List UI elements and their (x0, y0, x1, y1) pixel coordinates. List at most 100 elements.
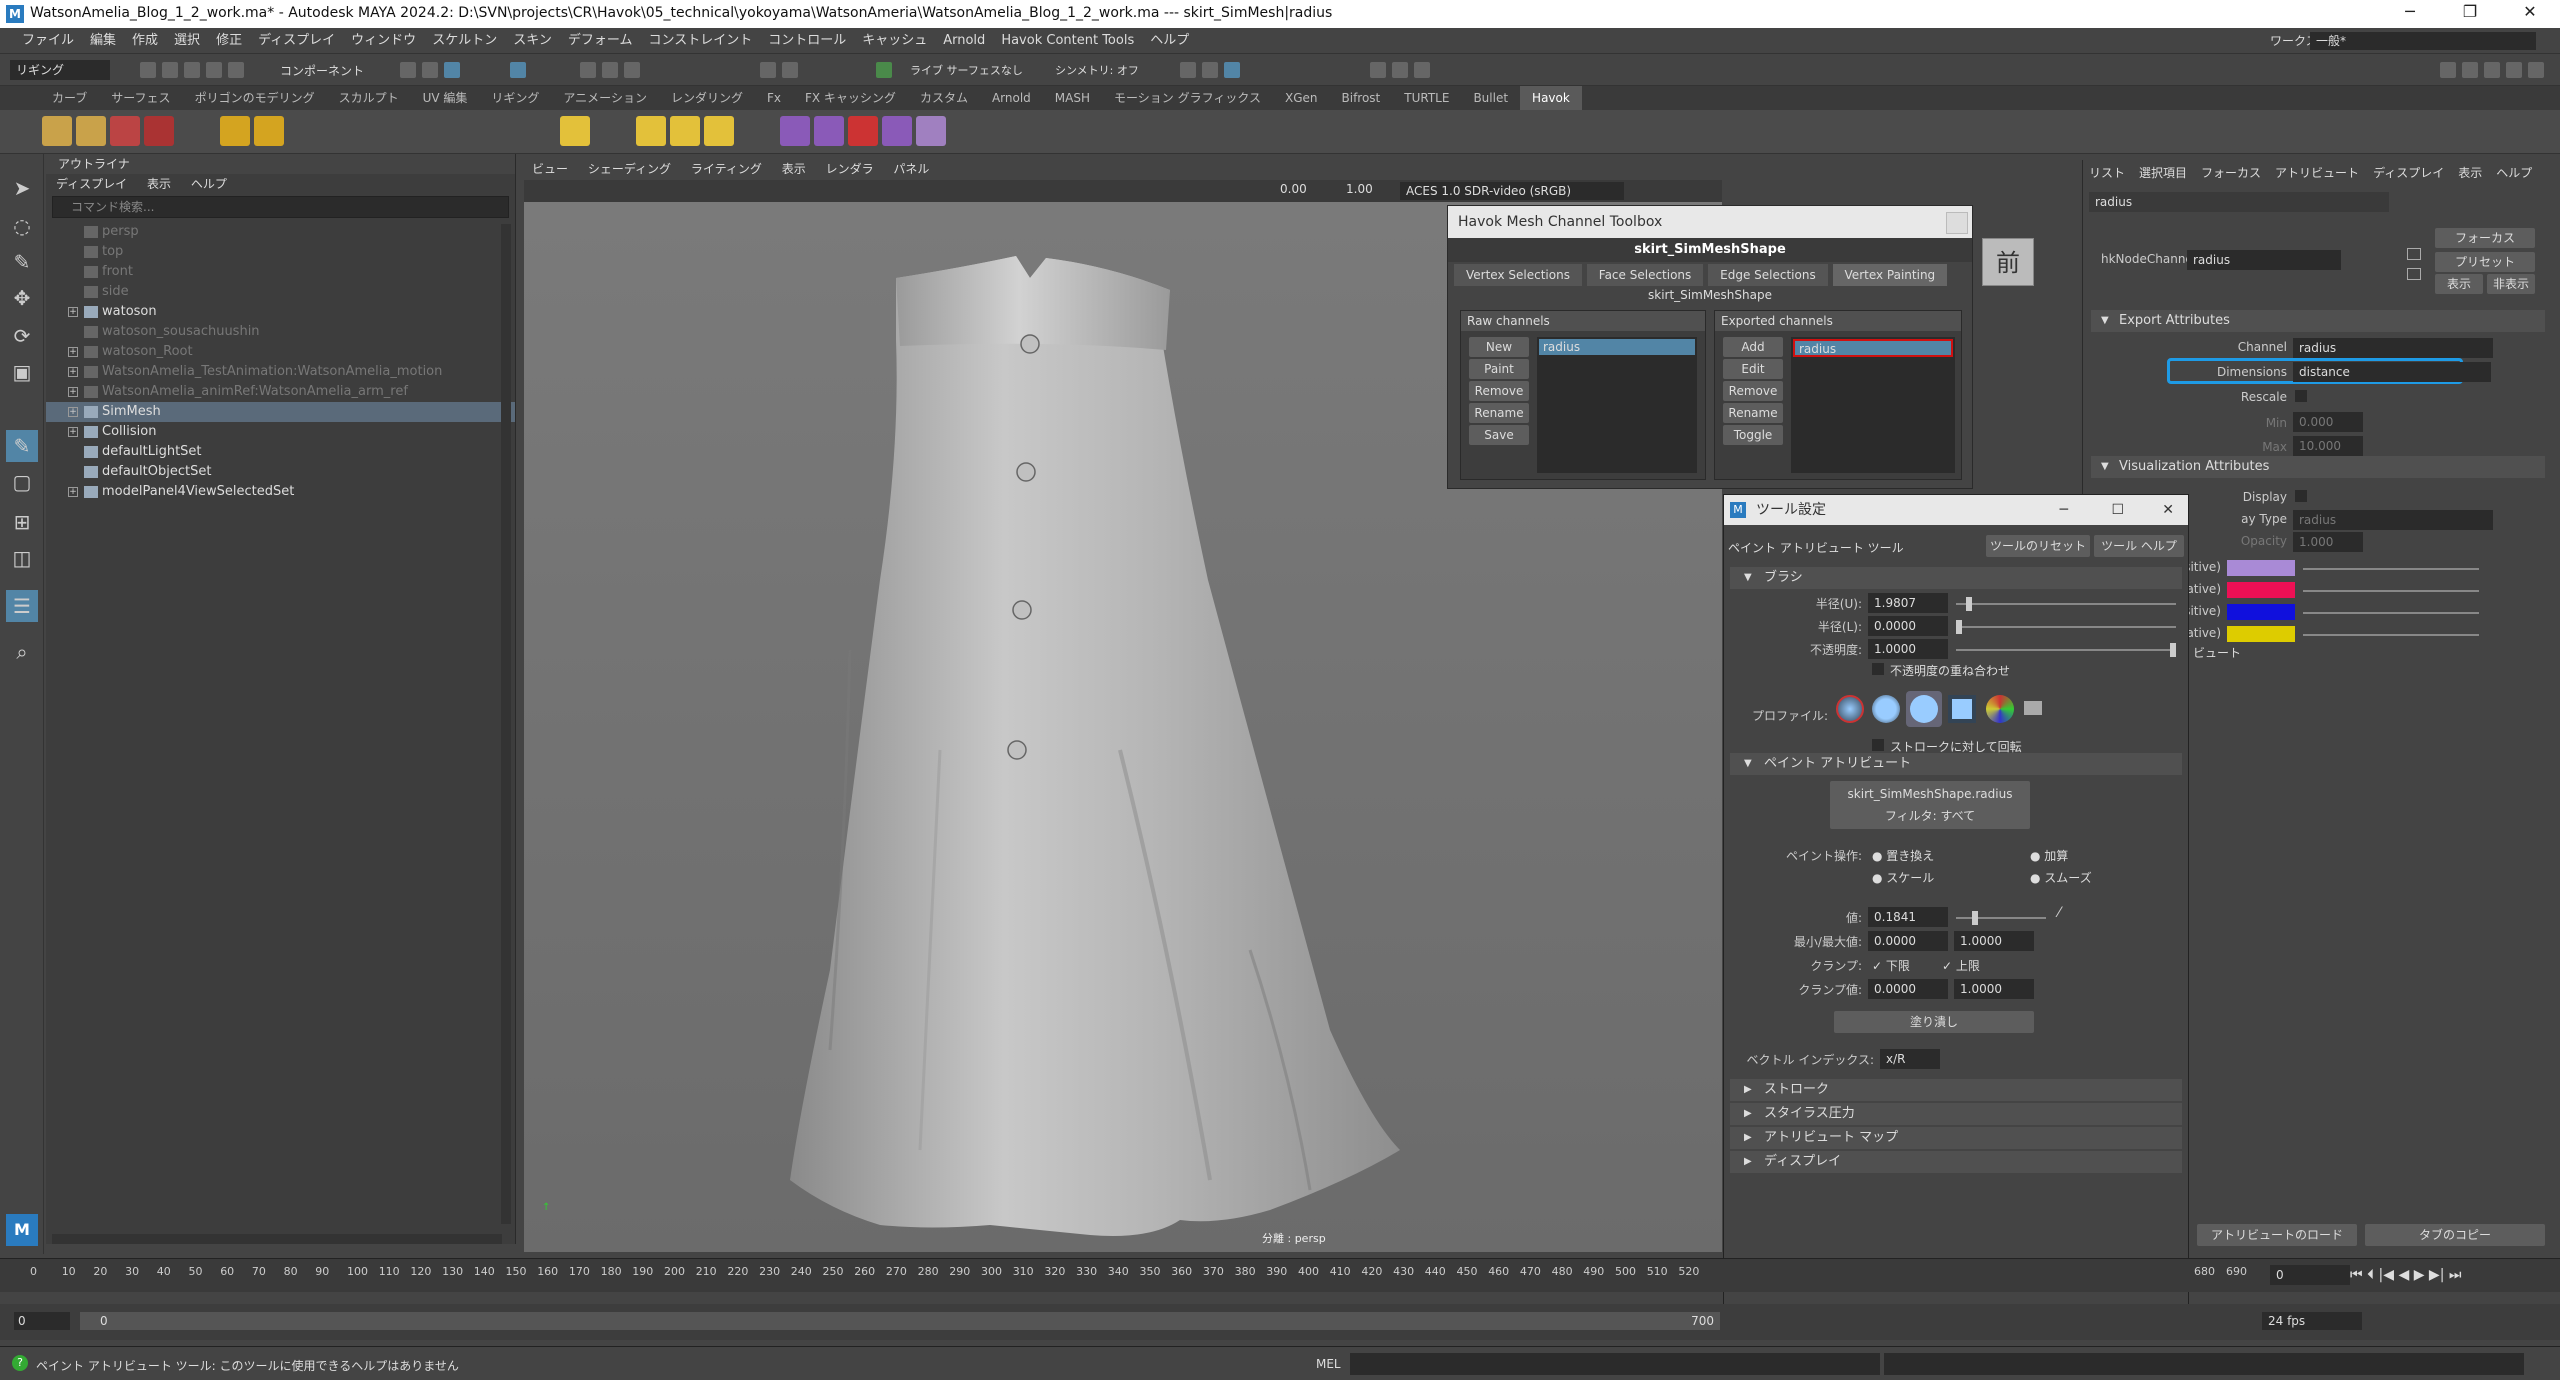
raw-btns-1[interactable]: Paint (1469, 359, 1529, 379)
prev-key-icon[interactable]: |◀ (2379, 1267, 2394, 1283)
value-field[interactable]: 0.1841 (1868, 907, 1948, 927)
shelf-tab-16[interactable]: TURTLE (1392, 86, 1461, 110)
viewport-menu-shading[interactable]: シェーディング (588, 162, 671, 176)
minimize-button[interactable]: ─ (2390, 2, 2430, 21)
snap-curve-icon[interactable] (602, 62, 618, 78)
paint-attributes-section[interactable]: ペイント アトリビュート (1730, 753, 2182, 775)
help-icon[interactable]: ? (12, 1355, 28, 1371)
outliner-row[interactable]: + modelPanel4ViewSelectedSet (46, 482, 515, 502)
move-tool-icon[interactable]: ✥ (6, 282, 38, 314)
profile-square-icon[interactable] (1948, 695, 1976, 723)
outliner-hscrollbar[interactable] (52, 1234, 502, 1244)
modeling-toolkit-icon[interactable] (2440, 62, 2456, 78)
color-swatch-3[interactable] (2227, 626, 2295, 642)
clamp-min-field[interactable]: 0.0000 (1868, 979, 1948, 999)
havok-filter-icon[interactable] (110, 116, 140, 146)
visualization-attributes-section[interactable]: Visualization Attributes (2091, 456, 2545, 478)
shelf-tab-12[interactable]: MASH (1043, 86, 1102, 110)
menu-item-13[interactable]: Arnold (935, 28, 993, 54)
viewport-menu-panels[interactable]: パネル (893, 162, 929, 176)
paint-select-tool-icon[interactable]: ✎ (6, 246, 38, 278)
shelf-tab-15[interactable]: Bifrost (1330, 86, 1393, 110)
focus-button[interactable]: フォーカス (2435, 228, 2535, 248)
scale-tool-icon[interactable]: ▣ (6, 356, 38, 388)
attribute-editor-icon[interactable] (2462, 62, 2478, 78)
outliner-row[interactable]: + watoson_Root (46, 342, 515, 362)
paint-attribute-selector[interactable]: skirt_SimMeshShape.radius フィルタ: すべて (1830, 781, 2030, 829)
shelf-tab-14[interactable]: XGen (1273, 86, 1330, 110)
havok-tool-icon[interactable] (144, 116, 174, 146)
outliner-row[interactable]: + WatsonAmelia_TestAnimation:WatsonAmelia… (46, 362, 515, 382)
expand-icon[interactable]: + (68, 387, 78, 397)
expand-icon[interactable]: + (68, 307, 78, 317)
close-button[interactable]: ✕ (2510, 2, 2550, 21)
rotate-tool-icon[interactable]: ⟳ (6, 320, 38, 352)
outliner-row[interactable]: side (46, 282, 515, 302)
mode-select[interactable]: リギング (10, 60, 110, 80)
exp-btns-1[interactable]: Edit (1723, 359, 1783, 379)
tab-face-selections[interactable]: Face Selections (1586, 264, 1704, 286)
maximize-button[interactable]: ❐ (2450, 2, 2490, 21)
tab-edge-selections[interactable]: Edge Selections (1708, 264, 1828, 286)
op-smooth-radio[interactable]: ● スムーズ (2030, 869, 2092, 886)
show-button[interactable]: 表示 (2435, 274, 2483, 294)
havok-preview-icon[interactable] (76, 116, 106, 146)
attr-menu-5[interactable]: 表示 (2458, 166, 2482, 180)
copy-node-icon[interactable] (2407, 268, 2421, 280)
hk-node-channel-field[interactable]: radius (2187, 250, 2341, 270)
attr-menu-3[interactable]: アトリビュート (2275, 166, 2359, 180)
outliner-row[interactable]: top (46, 242, 515, 262)
havok-shape-icon[interactable] (670, 116, 700, 146)
accumulate-opacity-checkbox[interactable] (1872, 663, 1884, 675)
exp-btns-0[interactable]: Add (1723, 337, 1783, 357)
toolset-section-1[interactable]: スタイラス圧力 (1730, 1103, 2182, 1125)
load-attributes-button[interactable]: アトリビュートのロード (2197, 1224, 2357, 1246)
exp-btns-3[interactable]: Rename (1723, 403, 1783, 423)
display-checkbox[interactable] (2295, 490, 2307, 502)
tool-help-button[interactable]: ツール ヘルプ (2094, 535, 2184, 557)
outliner-menu-show[interactable]: 表示 (147, 177, 171, 191)
toolset-close-button[interactable]: ✕ (2162, 495, 2174, 525)
rotate-to-stroke-checkbox[interactable] (1872, 739, 1884, 751)
radius-u-field[interactable]: 1.9807 (1868, 593, 1948, 613)
folder-icon[interactable] (2024, 701, 2042, 715)
node-tab[interactable]: radius (2089, 192, 2389, 212)
fps-select[interactable]: 24 fps (2262, 1312, 2362, 1330)
outliner-search-input[interactable]: コマンド検索... (52, 196, 509, 218)
start-frame-field[interactable]: 0 (14, 1312, 70, 1330)
arnold-render-icon[interactable] (1392, 62, 1408, 78)
max-field[interactable]: 10.000 (2293, 436, 2363, 456)
shelf-tab-1[interactable]: サーフェス (99, 86, 182, 110)
attr-menu-0[interactable]: リスト (2089, 166, 2125, 180)
expand-icon[interactable]: + (68, 347, 78, 357)
go-end-icon[interactable]: ⏭ (2449, 1267, 2462, 1283)
outliner-menu-help[interactable]: ヘルプ (191, 177, 227, 191)
menu-item-11[interactable]: コントロール (760, 28, 854, 54)
exp-btns-4[interactable]: Toggle (1723, 425, 1783, 445)
menu-item-0[interactable]: ファイル (14, 28, 82, 54)
outliner-scrollbar[interactable] (501, 224, 511, 1224)
viewport-menu-show[interactable]: 表示 (782, 162, 806, 176)
raw-btns-3[interactable]: Rename (1469, 403, 1529, 423)
raw-channel-item[interactable]: radius (1539, 339, 1695, 355)
profile-soft-icon[interactable] (1872, 695, 1900, 723)
shelf-tab-5[interactable]: リギング (479, 86, 551, 110)
max-value-field[interactable]: 1.0000 (1954, 931, 2034, 951)
expand-icon[interactable]: + (68, 407, 78, 417)
outliner-row[interactable]: + WatsonAmelia_animRef:WatsonAmelia_arm_r… (46, 382, 515, 402)
select-by-type-icon[interactable] (510, 62, 526, 78)
expand-icon[interactable]: + (68, 367, 78, 377)
attr-menu-2[interactable]: フォーカス (2201, 166, 2261, 180)
component-label[interactable]: コンポーネント (280, 62, 364, 79)
shelf-tab-4[interactable]: UV 編集 (411, 86, 480, 110)
menu-item-7[interactable]: スケルトン (424, 28, 505, 54)
mel-input[interactable] (1350, 1353, 1880, 1375)
tab-vertex-painting[interactable]: Vertex Painting (1832, 264, 1948, 286)
toolset-section-0[interactable]: ストローク (1730, 1079, 2182, 1101)
export-attributes-section[interactable]: Export Attributes (2091, 310, 2545, 332)
havok-constraint-icon[interactable] (636, 116, 666, 146)
attr-menu-6[interactable]: ヘルプ (2496, 166, 2532, 180)
clamp-upper-checkbox[interactable]: ✓ 上限 (1942, 957, 1980, 974)
shelf-tab-17[interactable]: Bullet (1461, 86, 1520, 110)
outliner-row[interactable]: + SimMesh (46, 402, 515, 422)
